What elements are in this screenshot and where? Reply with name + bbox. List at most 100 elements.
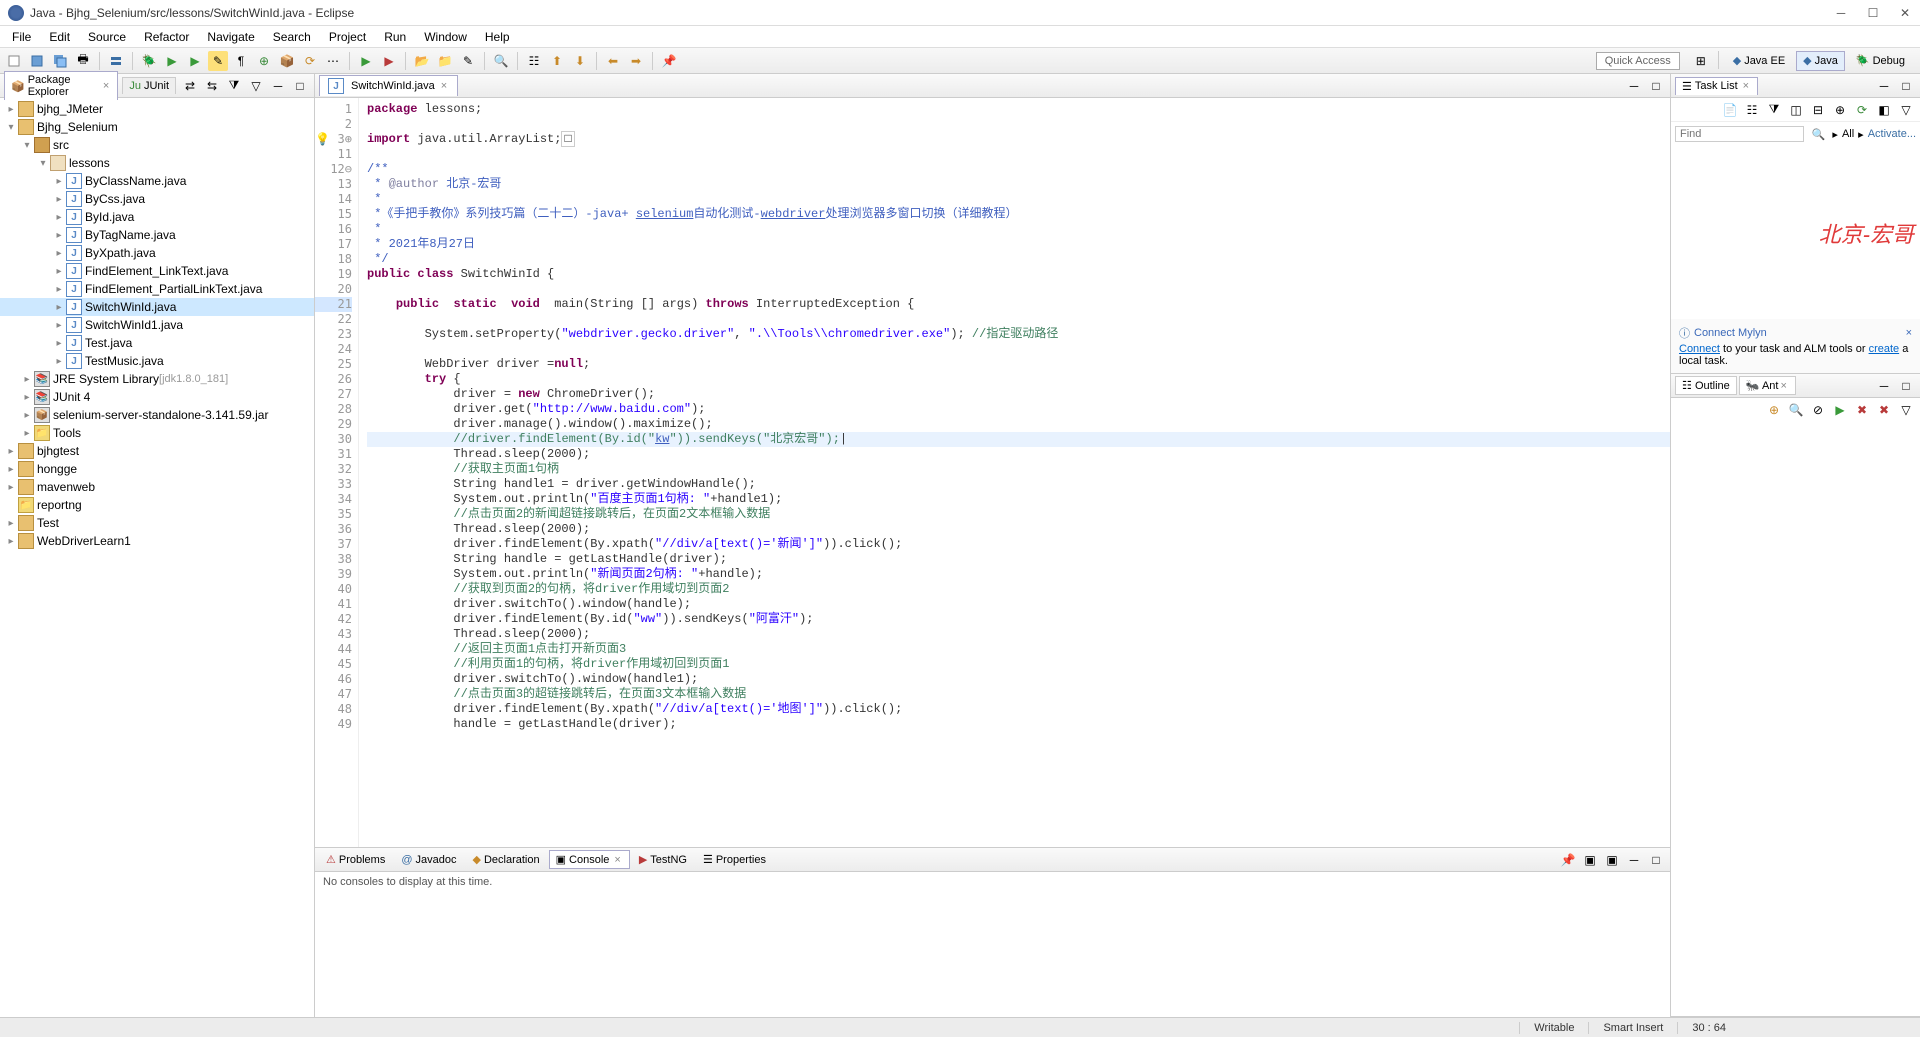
menu-edit[interactable]: Edit bbox=[41, 28, 78, 46]
remove-all-icon[interactable]: ✖ bbox=[1874, 400, 1894, 420]
tree-project[interactable]: ▸bjhg_JMeter bbox=[0, 100, 314, 118]
maximize-icon[interactable]: □ bbox=[1646, 76, 1666, 96]
open-console-icon[interactable]: ▣ bbox=[1602, 850, 1622, 870]
tree-folder[interactable]: 📁reportng bbox=[0, 496, 314, 514]
new-class-icon[interactable]: ⊕ bbox=[254, 51, 274, 71]
tree-junit[interactable]: ▸📚JUnit 4 bbox=[0, 388, 314, 406]
menu-navigate[interactable]: Navigate bbox=[199, 28, 262, 46]
next-annotation-icon[interactable]: ⬇ bbox=[570, 51, 590, 71]
hide-internal-icon[interactable]: ⊘ bbox=[1808, 400, 1828, 420]
save-icon[interactable] bbox=[27, 51, 47, 71]
menu-refactor[interactable]: Refactor bbox=[136, 28, 197, 46]
hide-icon[interactable]: ◧ bbox=[1874, 100, 1894, 120]
create-link[interactable]: create bbox=[1869, 343, 1900, 355]
tree-java-file[interactable]: ▸JSwitchWinId1.java bbox=[0, 316, 314, 334]
print-icon[interactable]: 🖶 bbox=[73, 51, 93, 71]
bookmark-icon[interactable]: ⋯ bbox=[323, 51, 343, 71]
tab-problems[interactable]: ⚠Problems bbox=[319, 850, 392, 869]
tree-jre[interactable]: ▸📚JRE System Library [jdk1.8.0_181] bbox=[0, 370, 314, 388]
tree-jar[interactable]: ▸📦selenium-server-standalone-3.141.59.ja… bbox=[0, 406, 314, 424]
tab-testng[interactable]: ▶TestNG bbox=[632, 850, 694, 869]
run-target-icon[interactable]: ▶ bbox=[1830, 400, 1850, 420]
menu-help[interactable]: Help bbox=[477, 28, 518, 46]
tab-tasklist[interactable]: ☰Task List× bbox=[1675, 77, 1758, 95]
forward-icon[interactable]: ➡ bbox=[626, 51, 646, 71]
menu-project[interactable]: Project bbox=[321, 28, 374, 46]
tree-project[interactable]: ▸mavenweb bbox=[0, 478, 314, 496]
maximize-icon[interactable]: □ bbox=[1646, 850, 1666, 870]
prev-annotation-icon[interactable]: ⬆ bbox=[547, 51, 567, 71]
tree-project[interactable]: ▸WebDriverLearn1 bbox=[0, 532, 314, 550]
connect-link[interactable]: Connect bbox=[1679, 343, 1720, 355]
tree-java-file[interactable]: ▸JFindElement_PartialLinkText.java bbox=[0, 280, 314, 298]
minimize-button[interactable]: ─ bbox=[1834, 6, 1848, 20]
display-console-icon[interactable]: ▣ bbox=[1580, 850, 1600, 870]
tree-project[interactable]: ▾Bjhg_Selenium bbox=[0, 118, 314, 136]
minimize-icon[interactable]: ─ bbox=[1874, 76, 1894, 96]
open-perspective-icon[interactable]: ⊞ bbox=[1691, 51, 1711, 71]
tree-java-file[interactable]: ▸JFindElement_LinkText.java bbox=[0, 262, 314, 280]
view-menu-icon[interactable]: ▽ bbox=[246, 76, 266, 96]
tree-project[interactable]: ▸hongge bbox=[0, 460, 314, 478]
pin-icon[interactable]: 📌 bbox=[659, 51, 679, 71]
tree-java-file[interactable]: ▸JTest.java bbox=[0, 334, 314, 352]
project-tree[interactable]: ▸bjhg_JMeter ▾Bjhg_Selenium ▾src ▾lesson… bbox=[0, 98, 314, 1017]
tree-java-file[interactable]: ▸JSwitchWinId.java bbox=[0, 298, 314, 316]
minimize-icon[interactable]: ─ bbox=[1624, 850, 1644, 870]
minimize-icon[interactable]: ─ bbox=[1874, 376, 1894, 396]
maximize-button[interactable]: ☐ bbox=[1866, 6, 1880, 20]
tab-junit[interactable]: JuJUnit bbox=[122, 77, 176, 94]
link-editor-icon[interactable]: ⇆ bbox=[202, 76, 222, 96]
menu-window[interactable]: Window bbox=[416, 28, 475, 46]
collapse-icon[interactable]: ⊟ bbox=[1808, 100, 1828, 120]
all-link[interactable]: All bbox=[1842, 128, 1854, 140]
tree-java-file[interactable]: ▸JTestMusic.java bbox=[0, 352, 314, 370]
tree-java-file[interactable]: ▸JByXpath.java bbox=[0, 244, 314, 262]
maximize-icon[interactable]: □ bbox=[1896, 376, 1916, 396]
activate-link[interactable]: Activate... bbox=[1868, 128, 1916, 140]
view-menu-icon[interactable]: ▽ bbox=[1896, 400, 1916, 420]
menu-source[interactable]: Source bbox=[80, 28, 134, 46]
collapse-all-icon[interactable]: ⇄ bbox=[180, 76, 200, 96]
presentation-icon[interactable]: ◫ bbox=[1786, 100, 1806, 120]
tree-java-file[interactable]: ▸JByCss.java bbox=[0, 190, 314, 208]
close-icon[interactable]: × bbox=[101, 80, 111, 92]
close-icon[interactable]: × bbox=[1906, 327, 1912, 339]
new-icon[interactable] bbox=[4, 51, 24, 71]
coverage-icon[interactable]: ▶ bbox=[185, 51, 205, 71]
new-task-icon[interactable]: 📄 bbox=[1720, 100, 1740, 120]
maximize-icon[interactable]: □ bbox=[290, 76, 310, 96]
minimize-icon[interactable]: ─ bbox=[1624, 76, 1644, 96]
focus-icon[interactable]: ⊕ bbox=[1830, 100, 1850, 120]
new-package-icon[interactable]: 📦 bbox=[277, 51, 297, 71]
history-icon[interactable]: ⟳ bbox=[300, 51, 320, 71]
remove-icon[interactable]: ✖ bbox=[1852, 400, 1872, 420]
menu-run[interactable]: Run bbox=[376, 28, 414, 46]
show-whitespace-icon[interactable]: ¶ bbox=[231, 51, 251, 71]
tree-project[interactable]: ▸bjhgtest bbox=[0, 442, 314, 460]
tree-java-file[interactable]: ▸JById.java bbox=[0, 208, 314, 226]
run-icon[interactable]: ▶ bbox=[162, 51, 182, 71]
tree-src[interactable]: ▾src bbox=[0, 136, 314, 154]
tree-java-file[interactable]: ▸JByTagName.java bbox=[0, 226, 314, 244]
menu-file[interactable]: File bbox=[4, 28, 39, 46]
toggle-mark-icon[interactable]: ✎ bbox=[208, 51, 228, 71]
tab-ant[interactable]: 🐜 Ant× bbox=[1739, 376, 1796, 395]
close-icon[interactable]: × bbox=[1741, 80, 1751, 92]
tab-console[interactable]: ▣Console× bbox=[549, 850, 630, 869]
pin-console-icon[interactable]: 📌 bbox=[1558, 850, 1578, 870]
find-input[interactable] bbox=[1675, 126, 1804, 142]
tree-project[interactable]: ▸Test bbox=[0, 514, 314, 532]
tree-java-file[interactable]: ▸JByClassName.java bbox=[0, 172, 314, 190]
minimize-icon[interactable]: ─ bbox=[268, 76, 288, 96]
open-folder-icon[interactable]: 📂 bbox=[412, 51, 432, 71]
tab-properties[interactable]: ☰Properties bbox=[696, 850, 773, 869]
perspective-java[interactable]: ◆Java bbox=[1796, 51, 1845, 71]
code-editor[interactable]: package lessons; import java.util.ArrayL… bbox=[359, 98, 1670, 847]
toggle-breadcrumb-icon[interactable] bbox=[106, 51, 126, 71]
back-icon[interactable]: ⬅ bbox=[603, 51, 623, 71]
tab-outline[interactable]: ☷ Outline bbox=[1675, 376, 1737, 395]
sync-icon[interactable]: ⟳ bbox=[1852, 100, 1872, 120]
search-build-icon[interactable]: 🔍 bbox=[1786, 400, 1806, 420]
close-button[interactable]: ✕ bbox=[1898, 6, 1912, 20]
